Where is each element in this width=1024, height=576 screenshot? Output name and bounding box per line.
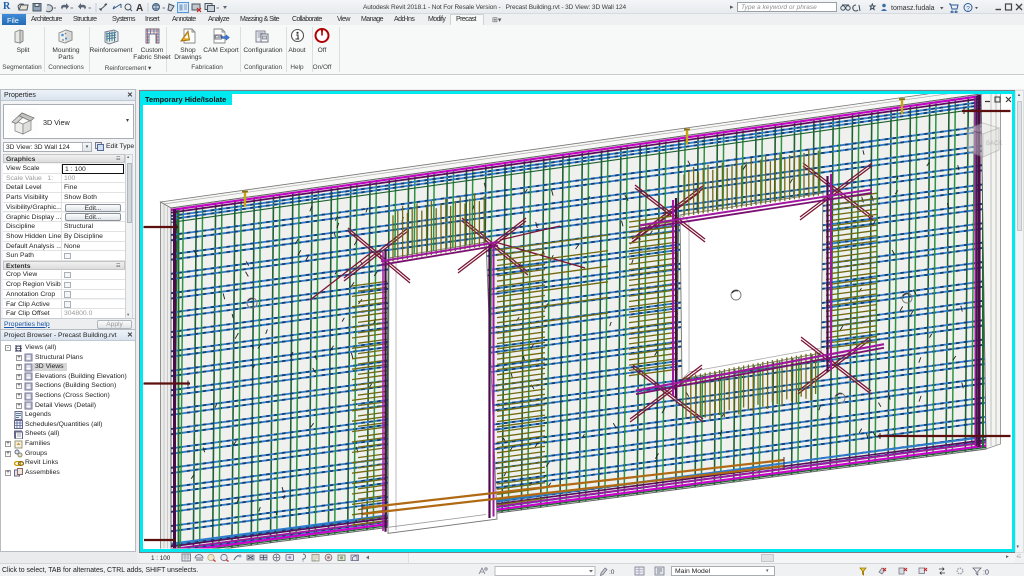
svg-text::0: :0 (983, 570, 989, 576)
svg-text:tomasz.fudala: tomasz.fudala (891, 5, 935, 12)
svg-text::0: :0 (609, 569, 615, 576)
svg-text:BACK: BACK (986, 141, 1002, 147)
svg-text:?: ? (966, 5, 970, 12)
svg-text:A: A (136, 3, 143, 13)
